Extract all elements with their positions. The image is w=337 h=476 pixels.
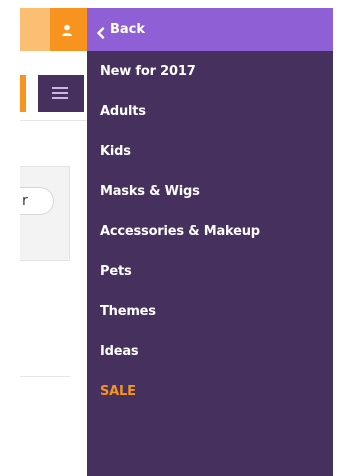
menu-item-themes[interactable]: Themes [87,291,333,331]
menu-item-sale[interactable]: SALE [87,371,333,411]
search-input[interactable]: r [20,187,54,215]
menu-item-pets[interactable]: Pets [87,251,333,291]
orange-edge [20,75,26,112]
nav-bar [20,75,87,112]
search-placeholder: r [22,193,28,209]
menu-item-accessories-makeup[interactable]: Accessories & Makeup [87,211,333,251]
menu-item-masks-wigs[interactable]: Masks & Wigs [87,171,333,211]
divider [20,376,70,377]
divider [20,120,87,121]
back-label: Back [110,22,146,37]
user-icon[interactable] [60,22,74,36]
navigation-drawer: Back New for 2017 Adults Kids Masks & Wi… [87,8,333,476]
hamburger-menu-button[interactable] [38,75,84,112]
top-header-strip [20,8,87,51]
menu-item-ideas[interactable]: Ideas [87,331,333,371]
drawer-menu-list: New for 2017 Adults Kids Masks & Wigs Ac… [87,51,333,411]
chevron-left-icon [96,24,105,39]
menu-item-kids[interactable]: Kids [87,131,333,171]
back-button[interactable]: Back [87,8,333,51]
menu-item-adults[interactable]: Adults [87,91,333,131]
search-card: r [20,166,70,261]
menu-item-new-for-2017[interactable]: New for 2017 [87,51,333,91]
header-light-block [20,8,50,51]
